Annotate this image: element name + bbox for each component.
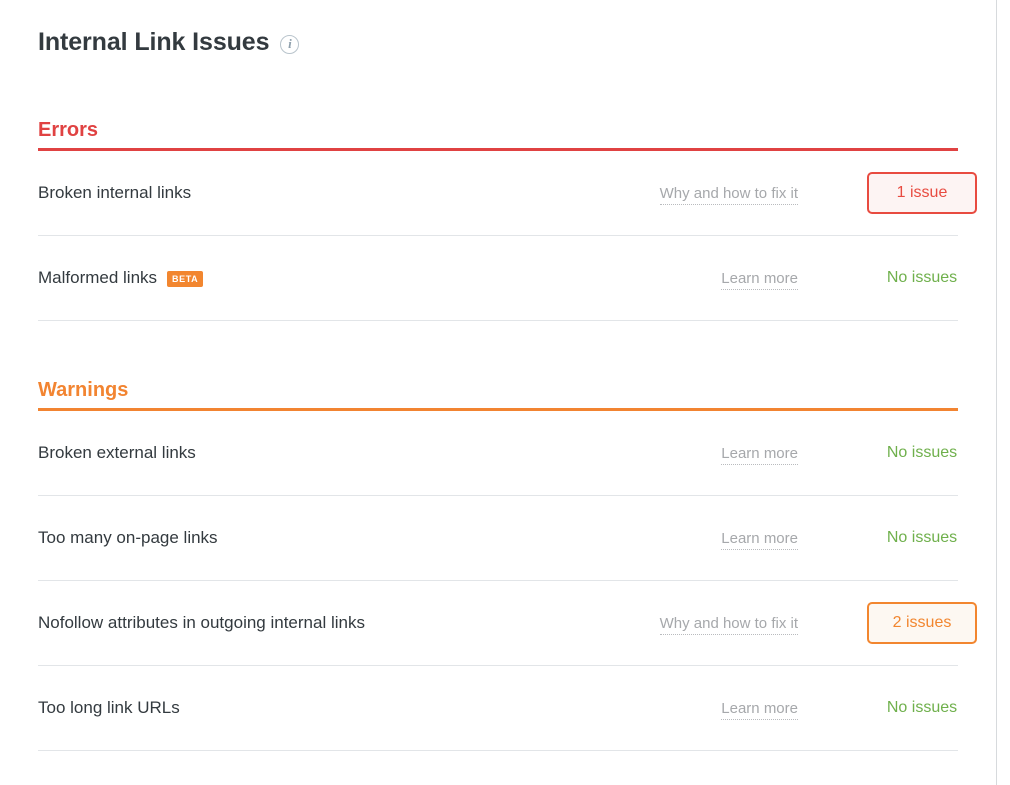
issue-help-link[interactable]: Learn more [38, 444, 798, 465]
issue-status-cell: 2 issues [848, 602, 996, 644]
issue-status-cell: No issues [848, 699, 996, 717]
panel-content: Internal Link Issues i Errors Broken inte… [38, 0, 977, 751]
status-no-issues: No issues [886, 444, 958, 461]
status-no-issues: No issues [886, 529, 958, 546]
issue-help-link[interactable]: Why and how to fix it [38, 184, 798, 205]
panel-right-border [996, 0, 997, 785]
issue-row: Broken internal links Why and how to fix … [38, 151, 977, 236]
issue-help-link-label: Learn more [721, 269, 798, 290]
issue-help-link[interactable]: Learn more [38, 529, 798, 550]
page-title: Internal Link Issues [38, 28, 270, 56]
issue-help-link-label: Learn more [721, 699, 798, 720]
issue-status-cell: No issues [848, 269, 996, 287]
issue-status-cell: No issues [848, 529, 996, 547]
section-heading-warnings: Warnings [38, 379, 129, 401]
status-no-issues: No issues [886, 269, 958, 286]
section-errors: Errors Broken internal links Why and how t… [38, 119, 977, 321]
issue-row: Too long link URLs Learn more No issues [38, 666, 958, 751]
issue-help-link-label: Why and how to fix it [659, 184, 798, 205]
info-circle-icon[interactable]: i [280, 34, 300, 54]
status-issue-count-button[interactable]: 1 issue [867, 172, 977, 214]
issue-row-list-warnings: Broken external links Learn more No issues… [38, 411, 977, 751]
issue-help-link-label: Why and how to fix it [659, 614, 798, 635]
status-issue-count-button[interactable]: 2 issues [867, 602, 977, 644]
issue-help-link[interactable]: Why and how to fix it [38, 614, 798, 635]
issue-row: Malformed links BETA Learn more No issues [38, 236, 958, 321]
status-no-issues: No issues [886, 699, 958, 716]
section-warnings: Warnings Broken external links Learn more N… [38, 379, 977, 751]
issue-status-cell: No issues [848, 444, 996, 462]
issue-help-link[interactable]: Learn more [38, 699, 798, 720]
section-heading-errors: Errors [38, 119, 99, 141]
issue-row: Nofollow attributes in outgoing internal… [38, 581, 977, 666]
issue-row: Broken external links Learn more No issues [38, 411, 958, 496]
issue-help-link-label: Learn more [721, 529, 798, 550]
issue-help-link[interactable]: Learn more [38, 269, 798, 290]
issue-status-cell: 1 issue [848, 172, 996, 214]
page-title-row: Internal Link Issues i [38, 0, 958, 57]
issue-help-link-label: Learn more [721, 444, 798, 465]
internal-link-issues-panel: Internal Link Issues i Errors Broken inte… [0, 0, 1010, 785]
sections-host: Errors Broken internal links Why and how t… [38, 119, 977, 751]
issue-row-list-errors: Broken internal links Why and how to fix … [38, 151, 977, 321]
issue-row: Too many on-page links Learn more No issue… [38, 496, 958, 581]
